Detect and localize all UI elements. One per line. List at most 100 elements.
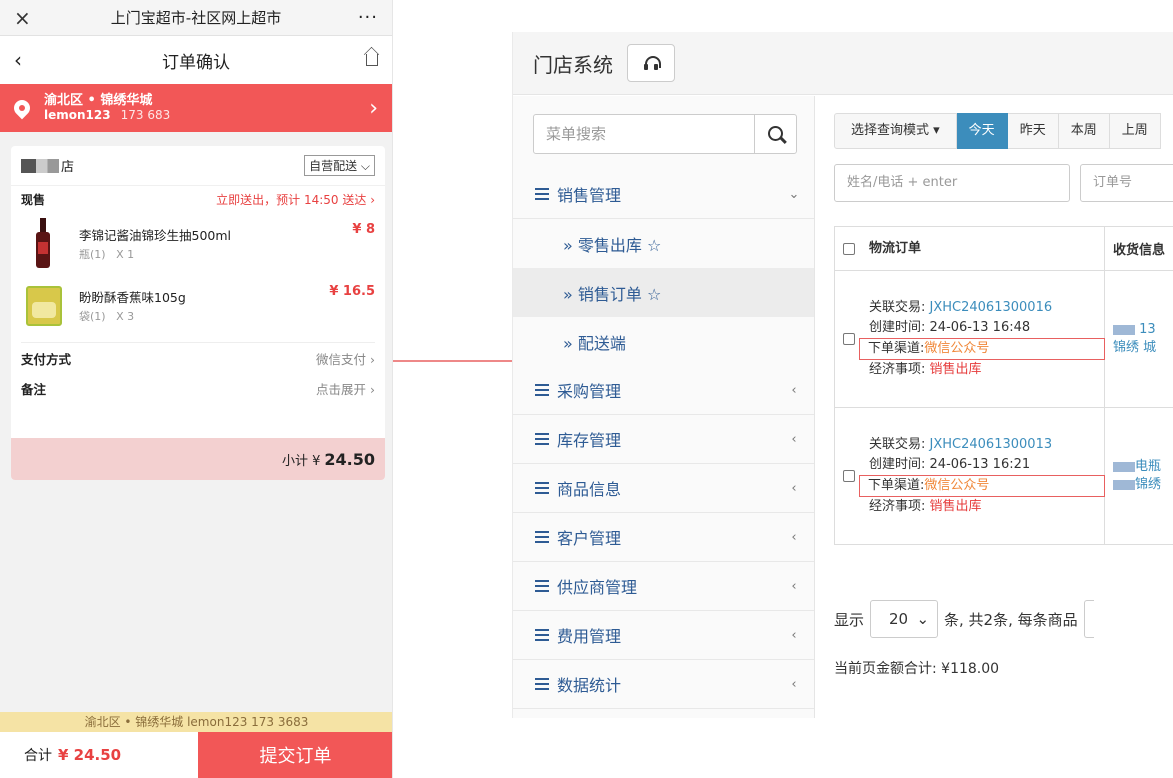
field-label: 经济事项:	[869, 362, 926, 377]
field-label: 经济事项:	[869, 499, 926, 514]
list-item: 盼盼酥香蕉味105g 袋(1) X 3 ¥ 16.5	[11, 274, 385, 336]
checkout-bar: 合计 ¥ 24.50 提交订单	[0, 732, 392, 778]
sidebar-item-statistics[interactable]: 数据统计 ‹	[513, 660, 814, 709]
menu-icon	[535, 433, 549, 445]
total-amount: ¥ 24.50	[58, 746, 122, 764]
address-line: 渝北区 • 锦绣华城	[44, 92, 153, 108]
item-qty: X 1	[116, 247, 135, 261]
more-icon[interactable]: ···	[348, 7, 378, 28]
order-no-input[interactable]: 订单号	[1080, 164, 1173, 202]
remark-row[interactable]: 备注 点击展开 ›	[11, 373, 385, 403]
channel-value: 微信公众号	[924, 478, 990, 493]
receiver-line[interactable]: 锦绣 城	[1113, 339, 1156, 357]
order-card: 店 自营配送 ⌵ 现售 立即送出，预计 14:50 送达 › 李锦记酱油锦珍生抽…	[11, 146, 385, 480]
name-phone-input[interactable]: 姓名/电话 + enter	[834, 164, 1070, 202]
product-image-soy-sauce	[21, 218, 65, 268]
sidebar-item-inventory[interactable]: 库存管理 ‹	[513, 415, 814, 464]
menu-search: 菜单搜索	[533, 114, 797, 154]
wechat-topbar: × 上门宝超市-社区网上超市 ···	[0, 0, 392, 36]
pagination: 显示 20 ⌄ 条, 共2条, 每条商品	[834, 600, 1094, 638]
main-panel: 选择查询模式 ▾ 今天 昨天 本周 上周 姓名/电话 + enter 订单号 物…	[816, 96, 1173, 718]
navbar: ‹ 订单确认	[0, 36, 392, 84]
item-name: 盼盼酥香蕉味105g	[79, 289, 186, 305]
select-all-checkbox[interactable]	[843, 242, 855, 255]
redacted-text	[1113, 479, 1135, 490]
filter-yesterday[interactable]: 昨天	[1007, 113, 1059, 149]
payment-value[interactable]: 微信支付 ›	[316, 349, 375, 368]
row-checkbox[interactable]	[843, 470, 855, 482]
channel-highlight: 下单渠道:微信公众号	[859, 338, 1105, 360]
item-name: 李锦记酱油锦珍生抽500ml	[79, 227, 232, 243]
sidebar-subitem-delivery[interactable]: » 配送端	[513, 317, 814, 366]
row-checkbox[interactable]	[843, 333, 855, 345]
address-user: lemon123	[44, 107, 111, 122]
receiver-line[interactable]: 13	[1139, 322, 1156, 337]
filter-last-week[interactable]: 上周	[1109, 113, 1161, 149]
app-title: 上门宝超市-社区网上超市	[110, 9, 282, 27]
menu-icon	[535, 531, 549, 543]
sidebar-item-label: 客户管理	[557, 529, 622, 548]
product-image-biscuit	[21, 280, 65, 330]
item-qty: X 3	[116, 309, 135, 323]
sidebar-item-suppliers[interactable]: 供应商管理 ‹	[513, 562, 814, 611]
delivery-select[interactable]: 自营配送 ⌵	[304, 155, 375, 176]
sidebar-menu: 销售管理 ⌄ » 零售出库 ☆ » 销售订单 ☆ » 配送端 采购管理 ‹ 库存管理…	[513, 170, 814, 709]
menu-icon	[535, 384, 549, 396]
redacted-text	[1113, 324, 1135, 335]
filter-today[interactable]: 今天	[956, 113, 1008, 149]
chevron-left-icon: ‹	[791, 627, 797, 643]
sidebar-subitem-sales-order[interactable]: » 销售订单 ☆	[513, 268, 814, 317]
address-strip: 渝北区 • 锦绣华城 lemon123 173 3683	[0, 712, 392, 732]
chevron-left-icon: ‹	[791, 431, 797, 447]
subtotal-amount: 24.50	[324, 449, 375, 469]
field-label: 关联交易:	[869, 300, 926, 315]
query-mode-dropdown[interactable]: 选择查询模式 ▾	[834, 113, 957, 149]
subtotal-row: 小计 ¥ 24.50	[11, 438, 385, 480]
total-label: 合计	[24, 748, 52, 764]
chevron-left-icon: ‹	[791, 382, 797, 398]
sidebar-item-label: 费用管理	[557, 627, 622, 646]
receiver-line[interactable]: 电瓶	[1135, 459, 1161, 474]
sidebar-item-purchase[interactable]: 采购管理 ‹	[513, 366, 814, 415]
page-total: 当前页金额合计: ¥118.00	[834, 661, 1000, 677]
menu-search-input[interactable]: 菜单搜索	[534, 115, 754, 153]
filter-this-week[interactable]: 本周	[1058, 113, 1110, 149]
sidebar-item-sales[interactable]: 销售管理 ⌄	[513, 170, 814, 219]
payment-row[interactable]: 支付方式 微信支付 ›	[11, 343, 385, 373]
delivery-time[interactable]: 立即送出，预计 14:50 送达 ›	[216, 191, 375, 208]
menu-icon	[535, 629, 549, 641]
address-phone: 173 683	[120, 107, 171, 122]
search-inputs: 姓名/电话 + enter 订单号	[834, 164, 1173, 202]
sidebar-item-label: 销售管理	[557, 186, 622, 205]
field-label: 下单渠道:	[868, 341, 925, 356]
sidebar-item-customers[interactable]: 客户管理 ‹	[513, 513, 814, 562]
sidebar-subitem-retail-out[interactable]: » 零售出库 ☆	[513, 219, 814, 268]
trade-link[interactable]: JXHC24061300016	[930, 300, 1053, 315]
receiver-line[interactable]: 锦绣	[1135, 477, 1161, 492]
submit-order-button[interactable]: 提交订单	[198, 732, 392, 778]
search-icon[interactable]	[754, 115, 796, 153]
date-filter: 选择查询模式 ▾ 今天 昨天 本周 上周	[834, 113, 1161, 149]
column-header: 收货信息	[1113, 243, 1166, 258]
per-item-select[interactable]	[1083, 600, 1094, 638]
remark-value[interactable]: 点击展开 ›	[316, 379, 375, 398]
sidebar-item-label: 数据统计	[557, 676, 622, 695]
close-icon[interactable]: ×	[14, 6, 44, 30]
field-label: 创建时间:	[869, 320, 926, 335]
store-system-window: 门店系统 菜单搜索 销售管理 ⌄ » 零售出库 ☆ » 销售订单 ☆ » 配送端 …	[512, 32, 1173, 718]
home-icon[interactable]	[348, 50, 378, 70]
headset-icon[interactable]	[627, 44, 675, 82]
page-size-select[interactable]: 20 ⌄	[870, 600, 939, 638]
sidebar-item-expenses[interactable]: 费用管理 ‹	[513, 611, 814, 660]
menu-icon	[535, 678, 549, 690]
sidebar-item-products[interactable]: 商品信息 ‹	[513, 464, 814, 513]
list-item: 李锦记酱油锦珍生抽500ml 瓶(1) X 1 ¥ 8	[11, 212, 385, 274]
item-unit: 袋(1)	[79, 309, 106, 323]
location-pin-icon	[10, 96, 34, 120]
trade-link[interactable]: JXHC24061300013	[930, 437, 1053, 452]
back-icon[interactable]: ‹	[14, 48, 44, 72]
field-label: 关联交易:	[869, 437, 926, 452]
chevron-right-icon: ›	[369, 95, 378, 121]
address-bar[interactable]: 渝北区 • 锦绣华城 lemon123 173 683 ›	[0, 84, 392, 132]
channel-highlight: 下单渠道:微信公众号	[859, 475, 1105, 497]
